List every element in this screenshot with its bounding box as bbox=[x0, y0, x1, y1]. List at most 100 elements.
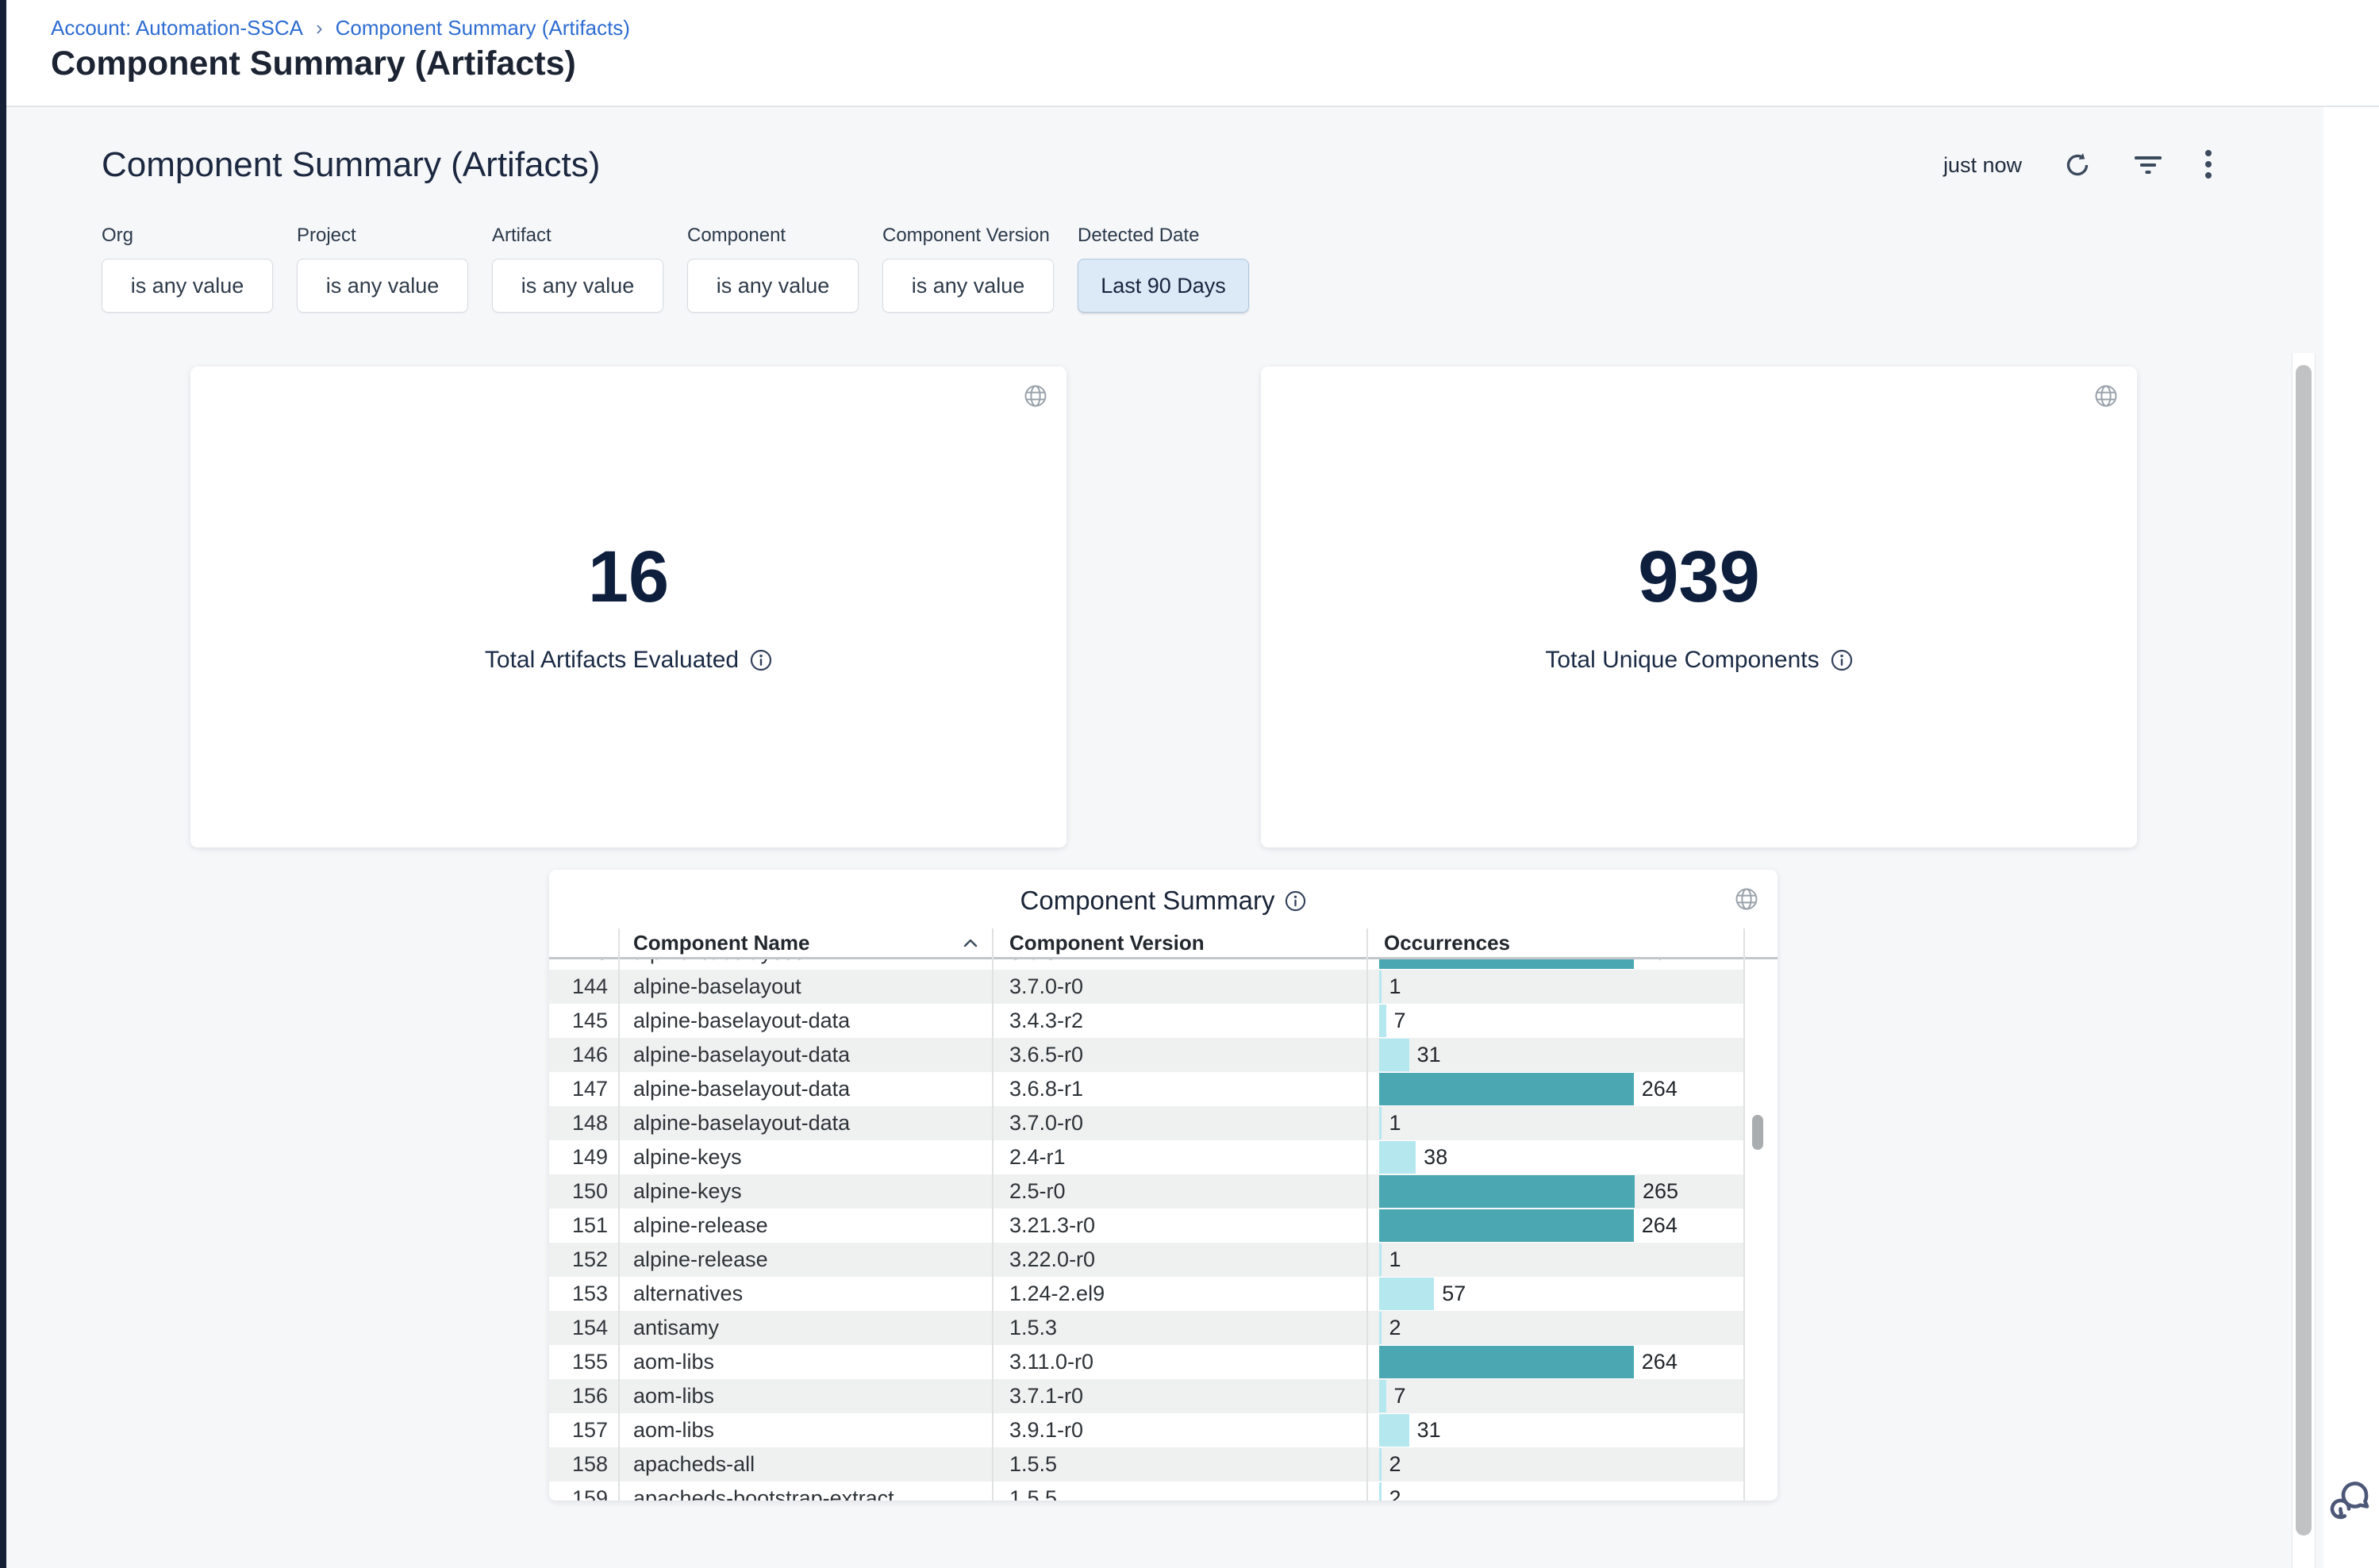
component-version-cell: 1.5.3 bbox=[992, 1316, 1366, 1340]
refresh-icon bbox=[2063, 151, 2092, 179]
filter-value-button[interactable]: is any value bbox=[102, 259, 273, 313]
stat-label: Total Artifacts Evaluated bbox=[485, 647, 739, 674]
table-row: 147 alpine-baselayout-data 3.6.8-r1 264 bbox=[549, 1072, 1743, 1106]
component-name-cell: apacheds-all bbox=[618, 1452, 992, 1477]
table-row: 151 alpine-release 3.21.3-r0 264 bbox=[549, 1209, 1743, 1243]
component-version-cell: 2.4-r1 bbox=[992, 1145, 1366, 1170]
row-index: 152 bbox=[549, 1247, 618, 1272]
occurrences-cell: 264 bbox=[1366, 959, 1743, 970]
row-index: 145 bbox=[549, 1009, 618, 1033]
component-version-cell: 3.6.8-r1 bbox=[992, 1077, 1366, 1101]
occurrences-cell: 57 bbox=[1366, 1277, 1743, 1311]
component-name-cell: alpine-baselayout bbox=[618, 959, 992, 965]
occurrence-bar bbox=[1379, 959, 1634, 969]
filter-label: Artifact bbox=[492, 225, 663, 247]
dashboard-title: Component Summary (Artifacts) bbox=[102, 145, 600, 185]
filter-item: Detected Date Last 90 Days bbox=[1078, 225, 1249, 313]
occurrence-bar bbox=[1379, 1243, 1382, 1276]
globe-icon[interactable] bbox=[1024, 384, 1047, 408]
left-nav-edge bbox=[0, 0, 6, 1568]
row-index: 150 bbox=[549, 1179, 618, 1204]
stat-card-unique-components: 939 Total Unique Components bbox=[1261, 367, 2137, 847]
occurrences-cell: 7 bbox=[1366, 1004, 1743, 1038]
table-row: 156 aom-libs 3.7.1-r0 7 bbox=[549, 1379, 1743, 1413]
occurrence-bar bbox=[1379, 1278, 1434, 1310]
info-icon[interactable] bbox=[750, 649, 772, 671]
filter-value-button[interactable]: is any value bbox=[492, 259, 663, 313]
column-divider bbox=[1743, 928, 1745, 1501]
component-name-cell: alpine-baselayout-data bbox=[618, 1009, 992, 1033]
dashboard-panel: Component Summary (Artifacts) just now bbox=[6, 107, 2323, 1568]
filter-label: Component Version bbox=[882, 225, 1054, 247]
stat-value: 16 bbox=[588, 540, 669, 613]
component-name-cell: antisamy bbox=[618, 1316, 992, 1340]
row-index: 155 bbox=[549, 1350, 618, 1374]
component-name-cell: aom-libs bbox=[618, 1384, 992, 1409]
column-header-component-name[interactable]: Component Name bbox=[618, 931, 992, 955]
component-version-cell: 3.7.0-r0 bbox=[992, 974, 1366, 999]
filter-icon bbox=[2133, 153, 2163, 177]
info-icon[interactable] bbox=[1831, 649, 1853, 671]
component-version-cell: 1.5.5 bbox=[992, 1486, 1366, 1501]
component-name-cell: aom-libs bbox=[618, 1418, 992, 1443]
filter-value-button[interactable]: is any value bbox=[882, 259, 1054, 313]
breadcrumb-separator-icon: › bbox=[316, 16, 323, 40]
filter-toggle-button[interactable] bbox=[2133, 153, 2163, 177]
occurrence-bar bbox=[1379, 1346, 1634, 1378]
page-title: Component Summary (Artifacts) bbox=[51, 44, 576, 83]
component-name-cell: alpine-baselayout bbox=[618, 974, 992, 999]
component-version-cell: 3.21.3-r0 bbox=[992, 1213, 1366, 1238]
breadcrumb-page-link[interactable]: Component Summary (Artifacts) bbox=[336, 16, 630, 40]
occurrence-value: 2 bbox=[1389, 1452, 1401, 1477]
row-index: 153 bbox=[549, 1282, 618, 1306]
table-row: 143 alpine-baselayout 3.6.8-r1 264 bbox=[549, 959, 1743, 970]
occurrence-bar bbox=[1379, 1005, 1386, 1037]
occurrence-bar bbox=[1379, 1414, 1409, 1447]
occurrences-cell: 2 bbox=[1366, 1447, 1743, 1482]
occurrence-bar bbox=[1379, 970, 1382, 1003]
occurrence-value: 57 bbox=[1442, 1282, 1466, 1306]
breadcrumb: Account: Automation-SSCA › Component Sum… bbox=[51, 16, 630, 40]
component-version-cell: 3.6.8-r1 bbox=[992, 959, 1366, 965]
component-summary-card: Component Summary Component Name bbox=[549, 870, 1778, 1501]
table-title: Component Summary bbox=[1020, 886, 1275, 916]
filter-value-button[interactable]: is any value bbox=[687, 259, 859, 313]
filter-value-button[interactable]: is any value bbox=[297, 259, 468, 313]
page-scrollbar-thumb[interactable] bbox=[2296, 365, 2312, 1535]
column-divider bbox=[618, 928, 620, 1501]
occurrences-cell: 1 bbox=[1366, 1106, 1743, 1140]
occurrence-value: 31 bbox=[1417, 1043, 1441, 1067]
component-name-cell: alpine-baselayout-data bbox=[618, 1111, 992, 1136]
stat-label: Total Unique Components bbox=[1545, 647, 1819, 674]
column-header-component-version[interactable]: Component Version bbox=[992, 931, 1366, 955]
refresh-button[interactable] bbox=[2063, 151, 2092, 179]
table-row: 148 alpine-baselayout-data 3.7.0-r0 1 bbox=[549, 1106, 1743, 1140]
more-options-button[interactable] bbox=[2204, 149, 2212, 181]
filter-bar: Org is any value Project is any value Ar… bbox=[102, 225, 1249, 313]
occurrence-bar bbox=[1379, 1448, 1382, 1481]
globe-icon[interactable] bbox=[2094, 384, 2118, 408]
filter-value-button[interactable]: Last 90 Days bbox=[1078, 259, 1249, 313]
filter-label: Project bbox=[297, 225, 468, 247]
occurrence-value: 1 bbox=[1389, 974, 1401, 999]
component-version-cell: 1.24-2.el9 bbox=[992, 1282, 1366, 1306]
row-index: 143 bbox=[549, 959, 618, 965]
row-index: 159 bbox=[549, 1486, 618, 1501]
filter-item: Org is any value bbox=[102, 225, 273, 313]
occurrence-bar bbox=[1379, 1482, 1382, 1501]
breadcrumb-account-link[interactable]: Account: Automation-SSCA bbox=[51, 16, 303, 40]
page-scrollbar[interactable] bbox=[2292, 353, 2316, 1568]
table-scrollbar-thumb[interactable] bbox=[1752, 1115, 1763, 1150]
chat-bubbles-icon[interactable] bbox=[2325, 1474, 2374, 1524]
component-version-cell: 3.4.3-r2 bbox=[992, 1009, 1366, 1033]
row-index: 158 bbox=[549, 1452, 618, 1477]
column-header-occurrences[interactable]: Occurrences bbox=[1366, 931, 1778, 955]
filter-item: Component Version is any value bbox=[882, 225, 1054, 313]
info-icon[interactable] bbox=[1285, 890, 1306, 912]
component-version-cell: 3.6.5-r0 bbox=[992, 1043, 1366, 1067]
occurrences-cell: 31 bbox=[1366, 1413, 1743, 1447]
stat-row: 16 Total Artifacts Evaluated bbox=[190, 367, 2137, 847]
row-index: 157 bbox=[549, 1418, 618, 1443]
occurrence-value: 38 bbox=[1424, 1145, 1447, 1170]
component-version-cell: 1.5.5 bbox=[992, 1452, 1366, 1477]
